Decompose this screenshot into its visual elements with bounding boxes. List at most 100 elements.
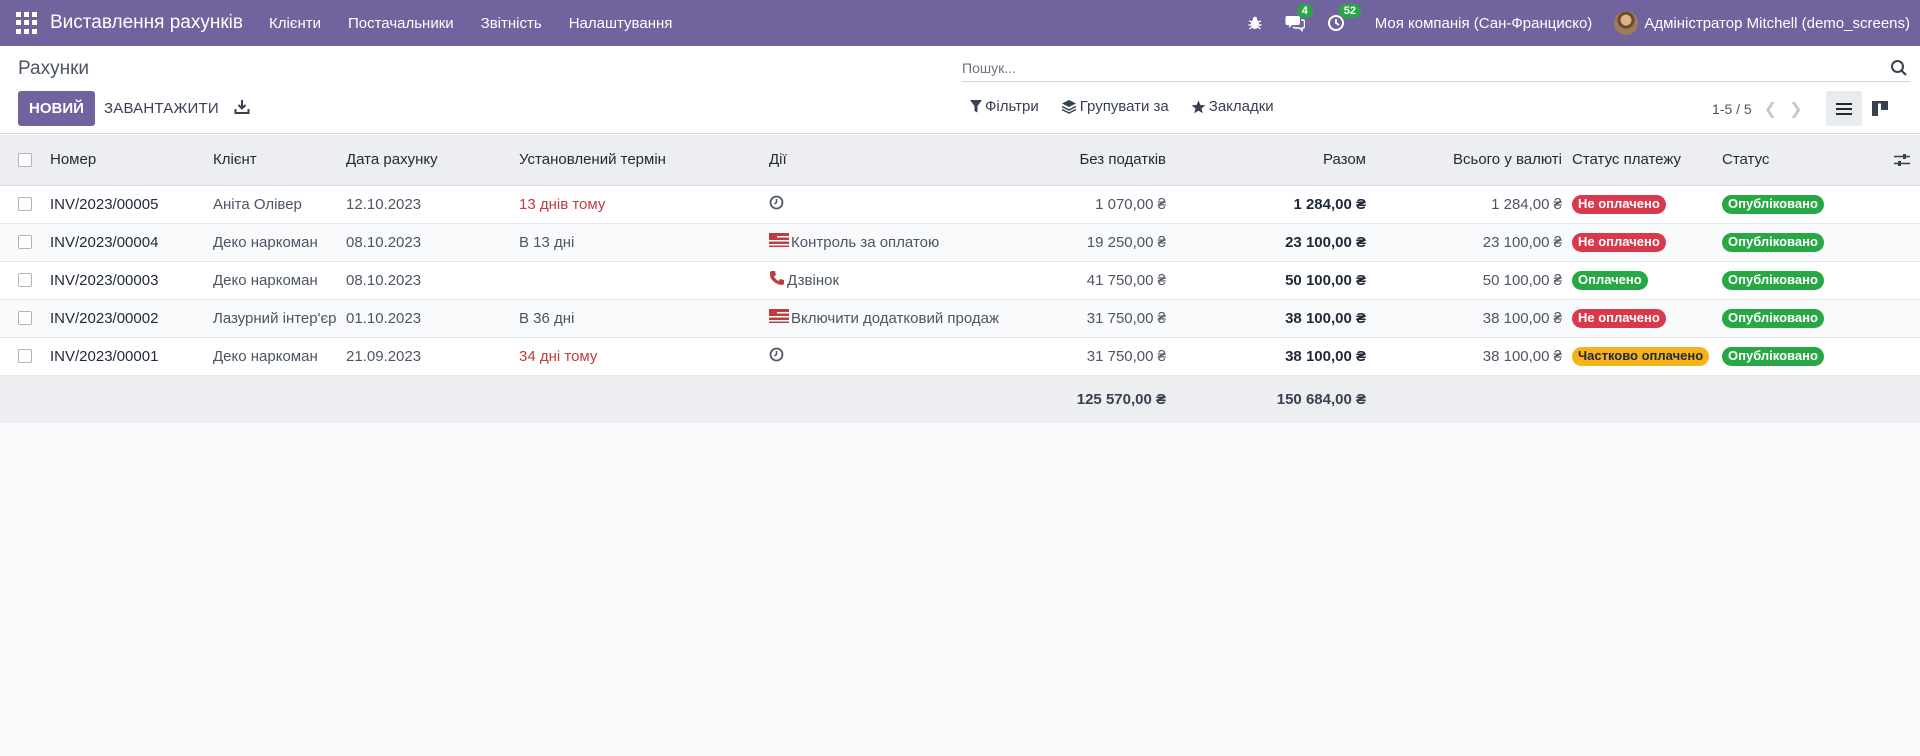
column-header-number[interactable]: Номер	[46, 135, 209, 186]
column-header-untaxed[interactable]: Без податків	[1012, 135, 1172, 186]
invoice-date[interactable]: 12.10.2023	[342, 185, 515, 223]
apps-menu-icon[interactable]	[16, 12, 38, 34]
invoice-due-date[interactable]: 13 днів тому	[515, 185, 765, 223]
upload-button[interactable]: ЗАВАНТАЖИТИ	[104, 91, 219, 126]
list-view-button[interactable]	[1826, 91, 1862, 126]
invoice-due-date[interactable]	[515, 261, 765, 299]
invoice-date[interactable]: 08.10.2023	[342, 261, 515, 299]
flag-icon[interactable]	[769, 309, 791, 327]
invoice-number[interactable]: INV/2023/00002	[46, 299, 209, 337]
flag-icon[interactable]	[769, 233, 791, 251]
invoice-activity-cell[interactable]: Контроль за оплатою	[765, 223, 1012, 261]
table-row[interactable]: INV/2023/00004 Деко наркоман 08.10.2023 В 1…	[0, 223, 1920, 261]
activity-summary[interactable]: Дзвінок	[787, 272, 839, 289]
invoice-due-date[interactable]: В 36 дні	[515, 299, 765, 337]
select-all-checkbox[interactable]	[18, 152, 32, 167]
app-title[interactable]: Виставлення рахунків	[50, 12, 243, 34]
totals-row: 125 570,00 ₴ 150 684,00 ₴	[0, 375, 1920, 423]
column-header-total[interactable]: Разом	[1172, 135, 1372, 186]
row-select-cell[interactable]	[0, 223, 46, 261]
pager-value[interactable]: 1-5 / 5	[1712, 101, 1752, 117]
clock-icon[interactable]	[769, 195, 786, 214]
select-all-cell[interactable]	[0, 135, 46, 186]
row-checkbox[interactable]	[18, 349, 32, 363]
payment-status-cell: Не оплачено	[1568, 299, 1718, 337]
invoice-total: 1 284,00 ₴	[1293, 195, 1366, 213]
group-by-label: Групувати за	[1079, 98, 1169, 115]
new-button[interactable]: НОВИЙ	[18, 91, 95, 126]
invoice-activity-cell[interactable]	[765, 337, 1012, 375]
menu-item-clients[interactable]: Клієнти	[269, 15, 321, 32]
pager: 1-5 / 5 ❮ ❯	[1712, 99, 1803, 119]
column-header-total-currency[interactable]: Всього у валюті	[1372, 135, 1568, 186]
invoice-date[interactable]: 08.10.2023	[342, 223, 515, 261]
pager-next-icon[interactable]: ❯	[1789, 99, 1802, 119]
status-cell: Опубліковано	[1718, 337, 1920, 375]
row-checkbox[interactable]	[18, 311, 32, 325]
menu-item-reporting[interactable]: Звітність	[481, 15, 542, 32]
messages-icon[interactable]: 4	[1285, 4, 1313, 32]
favorites-dropdown[interactable]: Закладки	[1191, 98, 1274, 115]
invoice-number[interactable]: INV/2023/00005	[46, 185, 209, 223]
invoice-client[interactable]: Аніта Олівер	[209, 185, 342, 223]
invoice-date[interactable]: 21.09.2023	[342, 337, 515, 375]
row-select-cell[interactable]	[0, 185, 46, 223]
table-row[interactable]: INV/2023/00002 Лазурний інтер'єр 01.10.202…	[0, 299, 1920, 337]
column-header-due-date[interactable]: Установлений термін	[515, 135, 765, 186]
activity-summary[interactable]: Контроль за оплатою	[791, 234, 939, 251]
row-checkbox[interactable]	[18, 235, 32, 249]
row-checkbox[interactable]	[18, 273, 32, 287]
table-row[interactable]: INV/2023/00001 Деко наркоман 21.09.2023 34 …	[0, 337, 1920, 375]
column-header-activities[interactable]: Дії	[765, 135, 1012, 186]
column-header-invoice-date[interactable]: Дата рахунку	[342, 135, 515, 186]
pager-previous-icon[interactable]: ❮	[1764, 99, 1777, 119]
table-row[interactable]: INV/2023/00003 Деко наркоман 08.10.2023 Дзв…	[0, 261, 1920, 299]
menu-item-settings[interactable]: Налаштування	[569, 15, 673, 32]
search-icon[interactable]	[1890, 59, 1908, 77]
breadcrumb[interactable]: Рахунки	[18, 58, 89, 80]
company-switcher[interactable]: Моя компанія (Сан-Франциско)	[1375, 15, 1593, 32]
invoice-untaxed: 41 750,00 ₴	[1086, 271, 1166, 289]
messages-count-badge: 4	[1296, 4, 1313, 18]
row-select-cell[interactable]	[0, 337, 46, 375]
user-menu[interactable]: Адміністратор Mitchell (demo_screens)	[1614, 11, 1910, 35]
group-by-dropdown[interactable]: Групувати за	[1061, 98, 1169, 115]
invoice-total: 23 100,00 ₴	[1285, 233, 1366, 251]
invoice-client[interactable]: Деко наркоман	[209, 261, 342, 299]
invoice-activity-cell[interactable]: Дзвінок	[765, 261, 1012, 299]
activity-summary[interactable]: Включити додатковий продаж	[791, 310, 999, 327]
filter-icon	[970, 100, 982, 113]
invoice-number[interactable]: INV/2023/00004	[46, 223, 209, 261]
column-header-payment-status[interactable]: Статус платежу	[1568, 135, 1718, 186]
phone-icon[interactable]	[769, 270, 787, 290]
column-header-status-label[interactable]: Статус	[1722, 151, 1769, 168]
avatar	[1614, 11, 1639, 35]
status-cell: Опубліковано	[1718, 223, 1920, 261]
optional-columns-toggle-icon[interactable]	[1894, 153, 1910, 167]
menu-item-vendors[interactable]: Постачальники	[348, 15, 454, 32]
invoice-total: 38 100,00 ₴	[1285, 309, 1366, 327]
filters-dropdown[interactable]: Фільтри	[970, 98, 1039, 115]
table-row[interactable]: INV/2023/00005 Аніта Олівер 12.10.2023 13 д…	[0, 185, 1920, 223]
invoice-number[interactable]: INV/2023/00003	[46, 261, 209, 299]
clock-icon[interactable]	[769, 347, 786, 366]
invoice-due-date[interactable]: 34 дні тому	[515, 337, 765, 375]
row-select-cell[interactable]	[0, 299, 46, 337]
debug-bug-icon[interactable]	[1247, 15, 1263, 31]
column-header-client[interactable]: Клієнт	[209, 135, 342, 186]
kanban-view-button[interactable]	[1862, 91, 1898, 126]
invoice-untaxed: 19 250,00 ₴	[1086, 233, 1166, 251]
invoice-client[interactable]: Деко наркоман	[209, 223, 342, 261]
invoice-client[interactable]: Деко наркоман	[209, 337, 342, 375]
invoice-activity-cell[interactable]	[765, 185, 1012, 223]
download-icon[interactable]	[234, 99, 250, 119]
invoice-date[interactable]: 01.10.2023	[342, 299, 515, 337]
invoice-activity-cell[interactable]: Включити додатковий продаж	[765, 299, 1012, 337]
invoice-client[interactable]: Лазурний інтер'єр	[209, 299, 342, 337]
invoice-due-date[interactable]: В 13 дні	[515, 223, 765, 261]
row-checkbox[interactable]	[18, 197, 32, 211]
invoice-number[interactable]: INV/2023/00001	[46, 337, 209, 375]
activities-clock-icon[interactable]: 52	[1327, 4, 1361, 32]
row-select-cell[interactable]	[0, 261, 46, 299]
search-input[interactable]	[962, 59, 1890, 76]
